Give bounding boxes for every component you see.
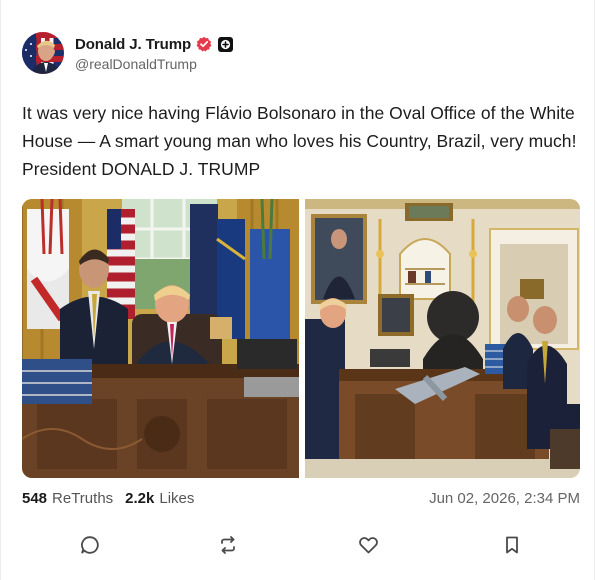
plus-badge-icon xyxy=(218,36,234,52)
author-block: Donald J. Trump @realDonaldTrump xyxy=(75,34,234,72)
likes-stat[interactable]: 2.2k Likes xyxy=(125,490,194,507)
avatar[interactable] xyxy=(22,32,64,74)
retruth-icon xyxy=(221,536,235,554)
post-text: It was very nice having Flávio Bolsonaro… xyxy=(22,103,577,179)
name-row: Donald J. Trump xyxy=(75,34,234,54)
media-grid xyxy=(22,199,580,478)
retruths-stat[interactable]: 548 ReTruths xyxy=(22,490,113,507)
likes-count: 2.2k xyxy=(125,489,155,507)
verified-badge-icon xyxy=(196,36,212,52)
post-timestamp[interactable]: Jun 02, 2026, 2:34 PM xyxy=(429,490,580,507)
like-button[interactable] xyxy=(353,530,383,560)
bookmark-icon xyxy=(506,536,518,554)
media-photo-2[interactable] xyxy=(305,199,580,478)
retruths-count: 548 xyxy=(22,489,48,507)
heart-icon xyxy=(358,537,378,554)
retruths-label: ReTruths xyxy=(52,489,114,507)
post-actions xyxy=(1,530,595,560)
author-name[interactable]: Donald J. Trump xyxy=(75,36,191,53)
media-photo-1[interactable] xyxy=(22,199,299,478)
reply-button[interactable] xyxy=(75,530,105,560)
post-stats: 548 ReTruths 2.2k Likes Jun 02, 2026, 2:… xyxy=(22,487,580,509)
post-header: Donald J. Trump @realDonaldTrump xyxy=(22,30,234,76)
comment-icon xyxy=(81,536,99,554)
bookmark-button[interactable] xyxy=(497,530,527,560)
likes-label: Likes xyxy=(159,489,195,507)
author-handle[interactable]: @realDonaldTrump xyxy=(75,56,233,72)
retruth-button[interactable] xyxy=(213,530,243,560)
post-card: Donald J. Trump @realDonaldTrump It was … xyxy=(0,0,595,580)
